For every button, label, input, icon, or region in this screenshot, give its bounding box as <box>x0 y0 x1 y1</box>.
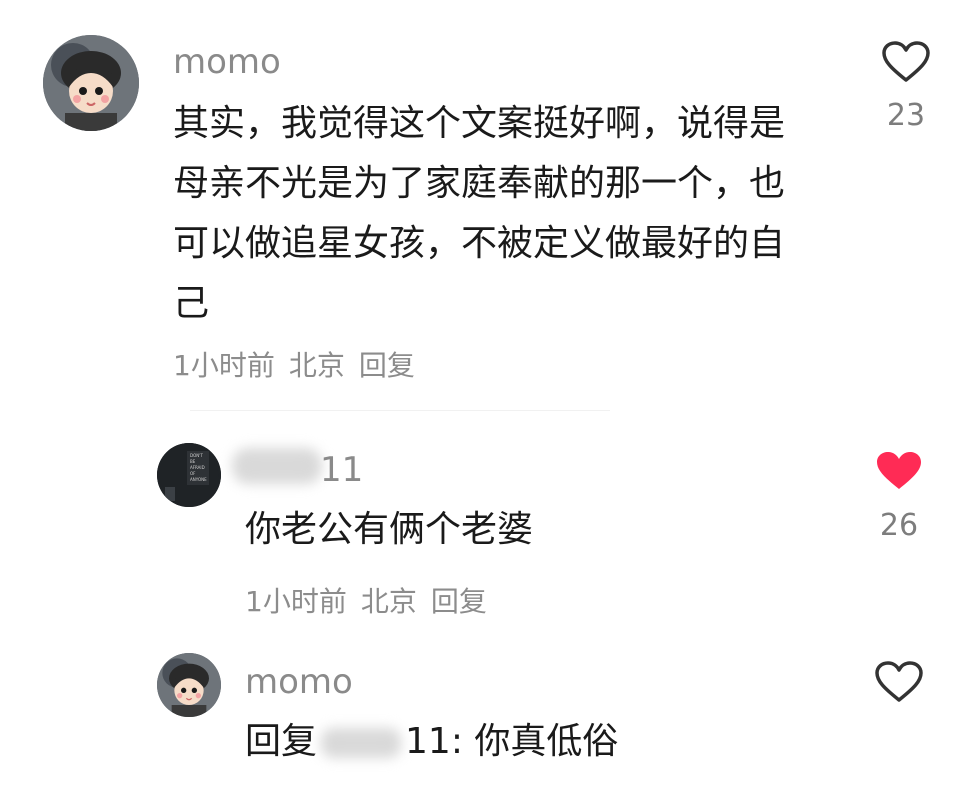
avatar[interactable] <box>43 35 139 131</box>
comment-text-line: 母亲不光是为了家庭奉献的那一个，也 <box>173 163 786 204</box>
svg-text:ANYONE: ANYONE <box>190 477 207 482</box>
like-count: 26 <box>879 508 919 543</box>
comment-text-line: 其实，我觉得这个文案挺好啊，说得是 <box>173 103 786 144</box>
comment-time: 1小时前 <box>173 349 275 382</box>
comment-text: 你老公有俩个老婆 <box>245 509 534 550</box>
reply-prefix: 回复 <box>245 721 318 762</box>
svg-text:BE: BE <box>190 459 196 464</box>
avatar-poster: DON'T BE AFRAID OF ANYONE <box>157 443 221 507</box>
comment-meta: 1小时前 北京 回复 <box>245 580 501 620</box>
like-count: 23 <box>886 98 926 133</box>
avatar-illustration <box>43 35 139 131</box>
svg-text:DON'T: DON'T <box>190 453 203 458</box>
username-redaction <box>232 448 322 484</box>
comment-meta: 1小时前 北京 回复 <box>173 344 429 384</box>
comment-username[interactable]: momo <box>173 42 281 82</box>
like-heart-icon[interactable] <box>881 40 931 84</box>
comment-text: 回复 11: 你真低俗 <box>245 712 618 772</box>
like-heart-icon[interactable] <box>874 660 924 704</box>
comment-location: 北京 <box>360 585 417 618</box>
liked-heart-icon[interactable] <box>874 449 924 493</box>
comment-text-line: 可以做追星女孩，不被定义做最好的自 <box>173 223 786 264</box>
reply-button[interactable]: 回复 <box>359 349 415 382</box>
comment-text: 其实，我觉得这个文案挺好啊，说得是 母亲不光是为了家庭奉献的那一个，也 可以做追… <box>173 94 833 334</box>
svg-text:AFRAID: AFRAID <box>190 465 205 470</box>
svg-text:OF: OF <box>190 471 196 476</box>
reply-button[interactable]: 回复 <box>431 585 487 618</box>
avatar-illustration <box>157 653 221 717</box>
avatar[interactable] <box>157 653 221 717</box>
comment-location: 北京 <box>288 349 345 382</box>
comment-time: 1小时前 <box>245 585 347 618</box>
comment-username[interactable]: momo <box>245 662 353 702</box>
mention-redaction <box>321 728 402 758</box>
reply-mention-suffix: 11: 你真低俗 <box>405 721 619 762</box>
comment-username-suffix[interactable]: 11 <box>320 450 363 490</box>
avatar[interactable]: DON'T BE AFRAID OF ANYONE <box>157 443 221 507</box>
comment-text-line: 己 <box>173 283 210 324</box>
divider <box>190 410 610 411</box>
